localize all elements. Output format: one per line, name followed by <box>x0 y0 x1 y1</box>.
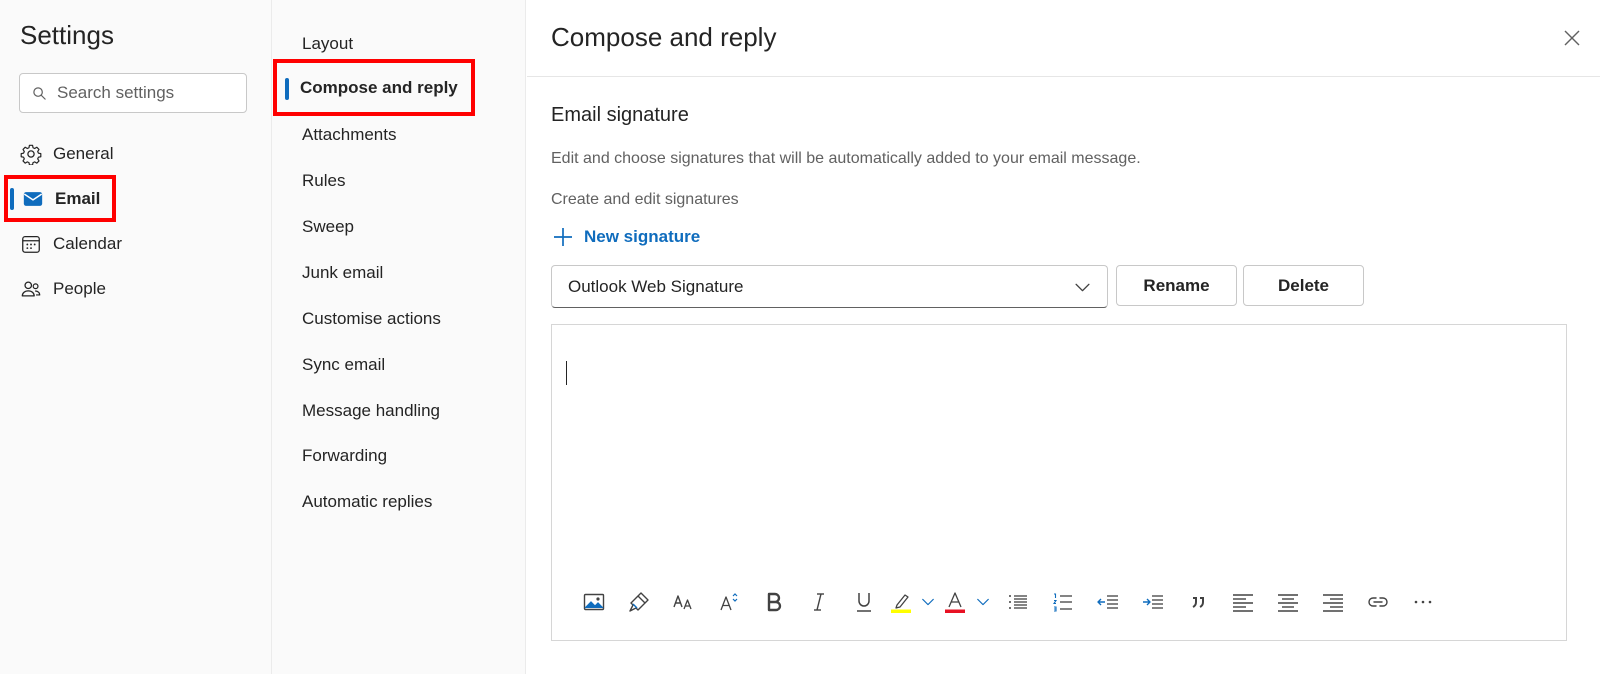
align-right-icon <box>1323 594 1343 612</box>
settings-title: Settings <box>20 20 114 50</box>
mail-icon <box>23 191 43 206</box>
font-color-button[interactable] <box>940 587 970 617</box>
rename-button[interactable]: Rename <box>1116 265 1237 306</box>
font-button[interactable] <box>662 587 706 617</box>
nav-item-people[interactable]: People <box>20 271 106 307</box>
subnav-item-rules[interactable]: Rules <box>302 166 345 196</box>
delete-button[interactable]: Delete <box>1243 265 1364 306</box>
subnav-item-junk-email[interactable]: Junk email <box>302 258 383 288</box>
compose-and-reply-panel: Compose and reply Email signature Edit a… <box>527 0 1600 674</box>
section-title: Email signature <box>551 104 689 126</box>
nav-item-email[interactable]: Email <box>4 175 116 222</box>
plus-icon <box>554 228 572 246</box>
subnav-item-automatic-replies[interactable]: Automatic replies <box>302 487 432 517</box>
insert-link-button[interactable] <box>1356 587 1400 617</box>
font-color-icon <box>945 592 965 613</box>
chevron-down-icon <box>977 598 989 606</box>
font-color-dropdown[interactable] <box>970 587 996 617</box>
bullets-icon <box>1009 595 1027 609</box>
align-left-button[interactable] <box>1220 587 1266 617</box>
selected-indicator <box>10 188 14 210</box>
subnav-item-compose-and-reply[interactable]: Compose and reply <box>273 59 475 116</box>
quote-button[interactable] <box>1176 587 1220 617</box>
highlight-color-dropdown[interactable] <box>916 587 940 617</box>
subnav-item-attachments[interactable]: Attachments <box>302 120 397 150</box>
underline-icon <box>857 593 871 612</box>
underline-button[interactable] <box>842 587 886 617</box>
italic-icon <box>814 593 824 611</box>
section-description: Edit and choose signatures that will be … <box>551 150 1141 167</box>
quote-icon <box>1192 597 1204 608</box>
nav-item-general[interactable]: General <box>20 136 113 172</box>
more-options-icon <box>1414 600 1432 604</box>
more-options-button[interactable] <box>1400 587 1446 617</box>
search-settings-box[interactable] <box>19 73 247 113</box>
subnav-item-label: Compose and reply <box>300 77 458 97</box>
align-center-icon <box>1278 594 1298 612</box>
signature-dropdown-value: Outlook Web Signature <box>568 276 744 296</box>
font-icon <box>673 595 692 610</box>
nav-item-label: People <box>53 279 106 298</box>
highlight-icon <box>891 594 911 613</box>
format-painter-button[interactable] <box>616 587 662 617</box>
align-center-button[interactable] <box>1266 587 1310 617</box>
subnav-item-forwarding[interactable]: Forwarding <box>302 441 387 471</box>
insert-image-icon <box>583 593 605 611</box>
signature-editor[interactable] <box>551 324 1567 641</box>
decrease-indent-icon <box>1097 595 1118 609</box>
close-icon <box>1564 30 1580 46</box>
subnav-item-sync-email[interactable]: Sync email <box>302 350 385 380</box>
increase-indent-icon <box>1143 595 1163 609</box>
gear-icon <box>20 144 42 165</box>
link-icon <box>1368 597 1388 607</box>
font-size-icon <box>720 593 738 611</box>
subnav-item-layout[interactable]: Layout <box>302 29 353 59</box>
subnav-item-customise-actions[interactable]: Customise actions <box>302 304 441 334</box>
new-signature-label: New signature <box>584 227 701 246</box>
text-caret <box>566 361 567 385</box>
nav-item-label: Calendar <box>53 234 122 253</box>
header-divider <box>527 76 1600 77</box>
close-button[interactable] <box>1560 26 1584 50</box>
bold-button[interactable] <box>752 587 796 617</box>
align-right-button[interactable] <box>1310 587 1356 617</box>
increase-indent-button[interactable] <box>1130 587 1176 617</box>
signature-dropdown[interactable]: Outlook Web Signature <box>551 265 1108 308</box>
chevron-down-icon <box>922 598 934 606</box>
people-icon <box>21 281 41 297</box>
calendar-icon <box>22 236 40 253</box>
nav-item-label: Email <box>55 188 101 208</box>
align-left-icon <box>1233 594 1253 612</box>
nav-item-label: General <box>53 144 114 163</box>
formatting-toolbar <box>572 587 1446 617</box>
new-signature-button[interactable]: New signature <box>553 227 700 247</box>
panel-title: Compose and reply <box>551 22 777 52</box>
settings-nav-pane: Settings General Email Calendar People <box>0 0 272 674</box>
numbering-icon <box>1052 593 1072 612</box>
numbering-button[interactable] <box>1040 587 1086 617</box>
font-size-button[interactable] <box>706 587 752 617</box>
decrease-indent-button[interactable] <box>1086 587 1130 617</box>
italic-button[interactable] <box>796 587 842 617</box>
search-settings-input[interactable] <box>57 83 227 103</box>
selected-indicator <box>285 78 289 100</box>
chevron-down-icon <box>1075 283 1090 292</box>
subnav-item-sweep[interactable]: Sweep <box>302 212 354 242</box>
section-subtitle: Create and edit signatures <box>551 191 739 208</box>
subnav-item-message-handling[interactable]: Message handling <box>302 396 440 426</box>
bold-icon <box>767 592 782 612</box>
insert-image-button[interactable] <box>572 587 616 617</box>
format-painter-icon <box>629 592 649 612</box>
bullets-button[interactable] <box>996 587 1040 617</box>
nav-item-calendar[interactable]: Calendar <box>20 226 122 262</box>
search-icon <box>33 86 46 100</box>
highlight-button[interactable] <box>886 587 916 617</box>
